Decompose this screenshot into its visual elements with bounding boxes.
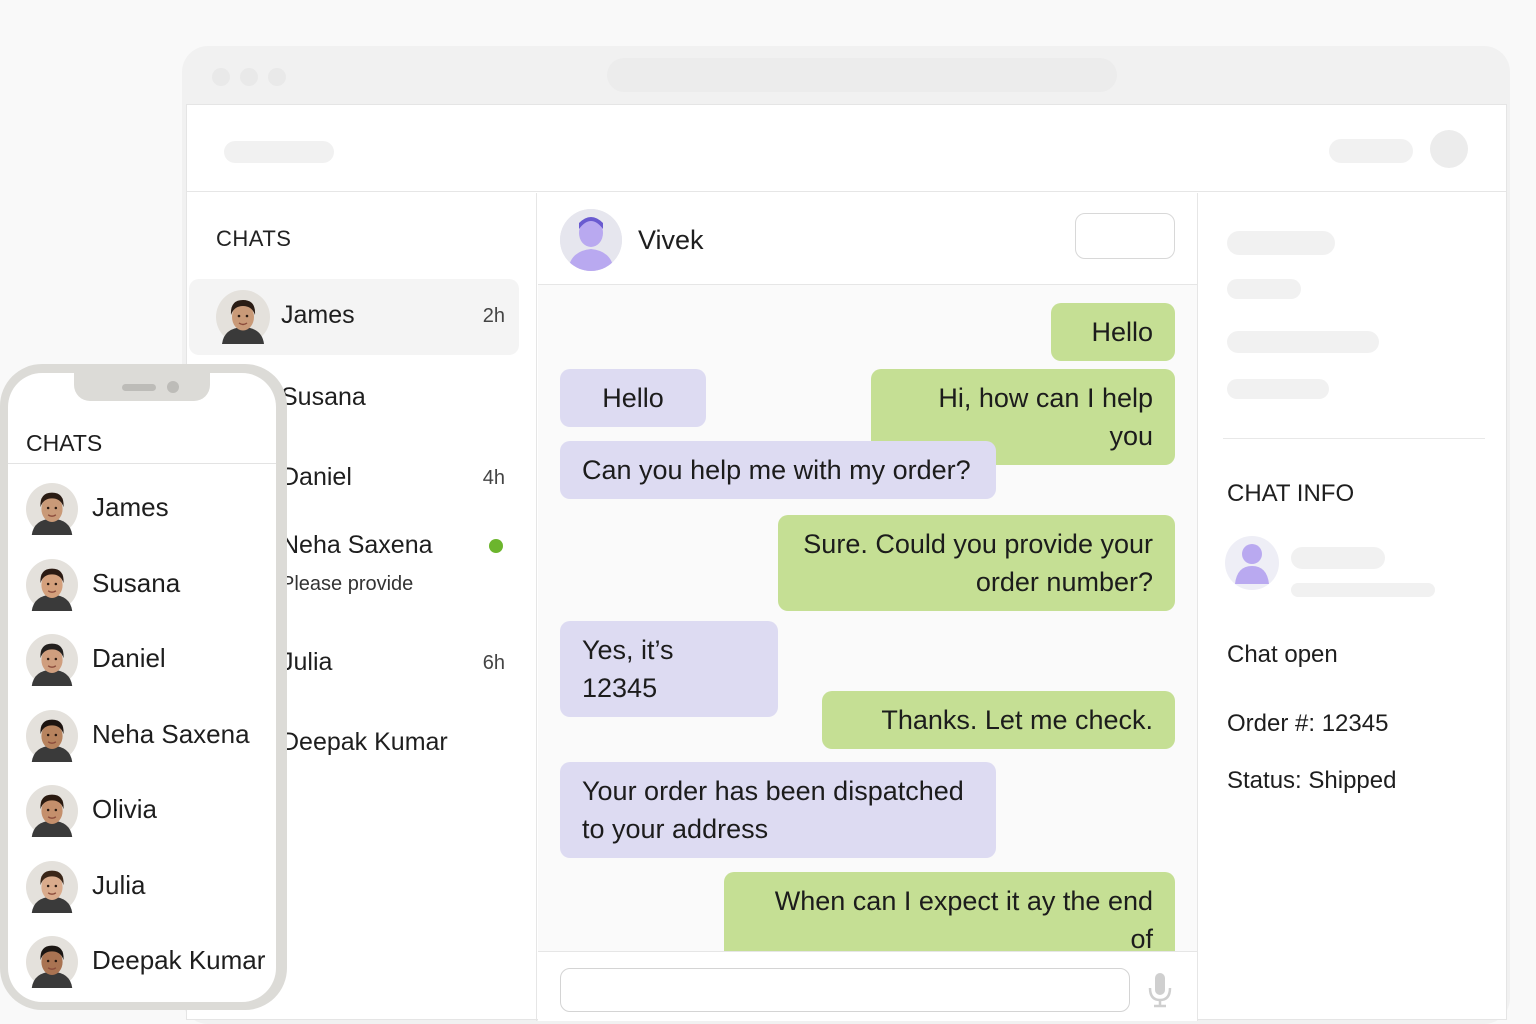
outgoing-message: Sure. Could you provide your order numbe… [778, 515, 1175, 611]
outgoing-message: Hello [1051, 303, 1175, 361]
message-composer [538, 951, 1197, 1021]
mobile-chat-item[interactable]: Julia [8, 858, 276, 918]
info-placeholder-line [1227, 279, 1301, 299]
contact-avatar [560, 209, 622, 271]
mobile-chat-name: Susana [92, 567, 181, 598]
mobile-screen: CHATS James Susana Daniel Neha Saxena Olivia… [8, 373, 276, 1002]
mobile-chat-name: Daniel [92, 643, 166, 673]
chat-list-title: CHATS [216, 226, 292, 251]
mobile-chat-name: Deepak Kumar [92, 945, 266, 975]
speaker-grille [122, 384, 156, 391]
avatar [26, 936, 78, 988]
conversation-header: Vivek [538, 193, 1197, 285]
order-number-text: Order #: 12345 [1227, 710, 1389, 737]
chat-info-title: CHAT INFO [1227, 480, 1355, 507]
user-avatar[interactable] [1430, 130, 1468, 168]
microphone-icon[interactable] [1147, 972, 1173, 1008]
chat-list-name: Deepak Kumar [281, 728, 448, 756]
incoming-message: Your order has been dispatched to your a… [560, 762, 996, 858]
logo-placeholder [224, 141, 334, 163]
info-placeholder-line [1227, 231, 1335, 255]
chat-list-name: Julia [281, 648, 333, 676]
mobile-chat-item[interactable]: Olivia [8, 782, 276, 842]
incoming-message: Yes, it’s 12345 [560, 621, 778, 717]
front-camera [167, 381, 179, 393]
mobile-chat-name: Julia [92, 869, 146, 900]
avatar [216, 290, 270, 344]
outgoing-message: Thanks. Let me check. [822, 691, 1175, 749]
chat-list-time: 2h [482, 305, 505, 327]
mobile-chat-item[interactable]: Deepak Kumar [8, 933, 276, 993]
maximize-window-button[interactable] [268, 68, 286, 86]
person-placeholder-icon [560, 209, 622, 271]
mobile-chat-item[interactable]: Susana [8, 556, 276, 616]
mobile-chat-name: Olivia [92, 794, 158, 824]
top-menu-placeholder[interactable] [1329, 139, 1413, 163]
chat-list-preview: Please provide [281, 573, 414, 595]
chat-list-name: Neha Saxena [281, 531, 433, 559]
chat-list-name: Susana [281, 383, 366, 411]
chat-list-time: 4h [482, 467, 505, 489]
incoming-message: Hello [560, 369, 706, 427]
online-status-dot [489, 539, 503, 553]
chat-app: CHATS James 2h Susana Daniel 4h Neha Saxena Pl… [186, 104, 1508, 1021]
phone-notch [74, 373, 210, 401]
mobile-chat-name: James [92, 492, 169, 522]
order-status-text: Status: Shipped [1227, 767, 1397, 794]
message-input[interactable] [560, 968, 1130, 1012]
info-placeholder-line [1227, 379, 1329, 399]
person-placeholder-icon [1235, 544, 1269, 584]
avatar [26, 483, 78, 535]
info-avatar [1225, 536, 1279, 590]
info-placeholder-line [1227, 331, 1379, 353]
avatar [26, 860, 78, 913]
mobile-chat-item[interactable]: Neha Saxena [8, 707, 276, 767]
close-window-button[interactable] [212, 68, 230, 86]
minimize-window-button[interactable] [240, 68, 258, 86]
header-action-button[interactable] [1075, 213, 1175, 259]
address-bar[interactable] [607, 58, 1117, 92]
avatar [26, 634, 78, 686]
info-divider [1223, 438, 1485, 439]
chat-list-name: Daniel [281, 463, 352, 491]
conversation-panel: Vivek Hello Hello Hi, how can I help you Ca… [538, 193, 1198, 1021]
chat-status-text: Chat open [1227, 641, 1338, 668]
mobile-chat-item[interactable]: Daniel [8, 631, 276, 691]
chat-list-item[interactable]: James 2h [189, 279, 519, 355]
chat-list-time: 6h [482, 652, 505, 674]
avatar [26, 785, 78, 837]
mobile-device: CHATS James Susana Daniel Neha Saxena Olivia… [0, 364, 287, 1010]
incoming-message: Can you help me with my order? [560, 441, 996, 499]
contact-name: Vivek [638, 225, 704, 255]
info-placeholder-line [1291, 583, 1435, 597]
browser-window: CHATS James 2h Susana Daniel 4h Neha Saxena Pl… [182, 46, 1510, 1024]
app-top-bar [187, 105, 1506, 192]
window-controls [212, 68, 286, 86]
mobile-chat-item[interactable]: James [8, 480, 276, 540]
mobile-chat-name: Neha Saxena [92, 718, 250, 749]
chat-info-panel: CHAT INFO Chat open Order #: 12345 Statu… [1199, 193, 1508, 1021]
avatar [26, 558, 78, 611]
mobile-header-divider [8, 463, 276, 464]
chat-list-name: James [281, 301, 355, 329]
info-placeholder-line [1291, 547, 1385, 569]
mobile-chats-title: CHATS [26, 430, 103, 456]
avatar [26, 709, 78, 762]
